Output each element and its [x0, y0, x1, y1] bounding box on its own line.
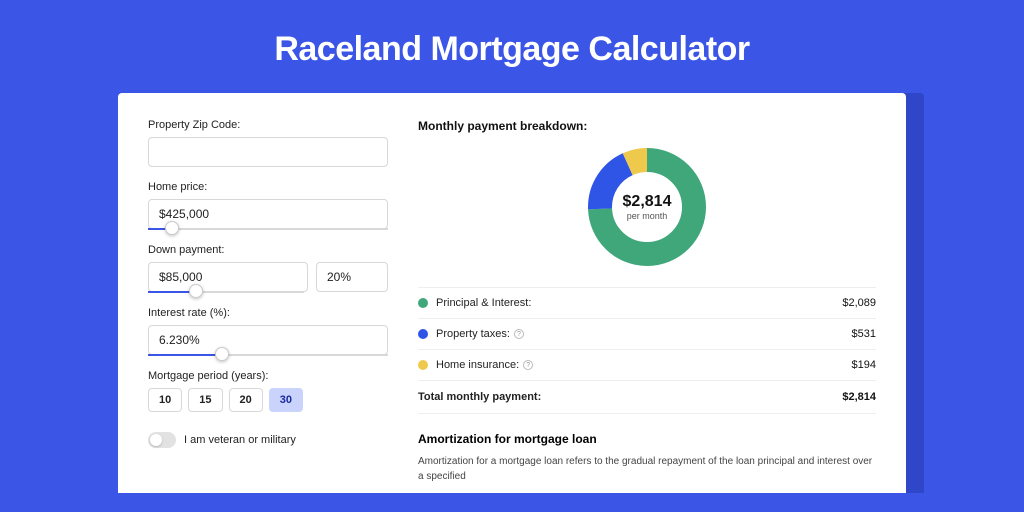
veteran-toggle[interactable] — [148, 432, 176, 448]
home-price-input[interactable] — [148, 199, 388, 229]
interest-slider-thumb[interactable] — [215, 347, 229, 361]
breakdown-label: Principal & Interest: — [436, 297, 842, 309]
legend-dot — [418, 360, 428, 370]
period-options: 1015 2030 — [148, 388, 388, 412]
breakdown-value: $2,089 — [842, 297, 876, 309]
donut-sub: per month — [627, 211, 668, 221]
down-payment-label: Down payment: — [148, 244, 388, 256]
breakdown-value: $531 — [852, 328, 876, 340]
veteran-toggle-knob — [150, 434, 162, 446]
period-label: Mortgage period (years): — [148, 370, 388, 382]
page-title: Raceland Mortgage Calculator — [0, 0, 1024, 93]
breakdown-row: Principal & Interest:$2,089 — [418, 287, 876, 318]
down-payment-field-group: Down payment: — [148, 244, 388, 293]
breakdown-title: Monthly payment breakdown: — [418, 119, 876, 133]
amortization-text: Amortization for a mortgage loan refers … — [418, 454, 876, 484]
breakdown-row: Property taxes:?$531 — [418, 318, 876, 349]
calculator-card: Property Zip Code: Home price: Down paym… — [118, 93, 906, 493]
period-option-30[interactable]: 30 — [269, 388, 303, 412]
breakdown-list: Principal & Interest:$2,089Property taxe… — [418, 287, 876, 380]
down-payment-slider[interactable] — [148, 291, 304, 293]
down-payment-percent-input[interactable] — [316, 262, 388, 292]
period-option-15[interactable]: 15 — [188, 388, 222, 412]
interest-slider[interactable] — [148, 354, 388, 356]
breakdown-label: Property taxes:? — [436, 328, 852, 340]
info-icon[interactable]: ? — [523, 360, 533, 370]
period-option-20[interactable]: 20 — [229, 388, 263, 412]
period-field-group: Mortgage period (years): 1015 2030 — [148, 370, 388, 412]
amortization-title: Amortization for mortgage loan — [418, 432, 876, 446]
total-label: Total monthly payment: — [418, 391, 842, 403]
legend-dot — [418, 298, 428, 308]
breakdown-total-row: Total monthly payment: $2,814 — [418, 380, 876, 414]
donut-amount: $2,814 — [623, 193, 672, 211]
veteran-row: I am veteran or military — [148, 432, 388, 448]
zip-field-group: Property Zip Code: — [148, 119, 388, 167]
veteran-label: I am veteran or military — [184, 434, 296, 446]
breakdown-row: Home insurance:?$194 — [418, 349, 876, 380]
total-value: $2,814 — [842, 391, 876, 403]
donut-chart: $2,814 per month — [587, 147, 707, 267]
interest-label: Interest rate (%): — [148, 307, 388, 319]
zip-label: Property Zip Code: — [148, 119, 388, 131]
home-price-field-group: Home price: — [148, 181, 388, 230]
donut-chart-wrap: $2,814 per month — [418, 147, 876, 267]
interest-field-group: Interest rate (%): — [148, 307, 388, 356]
down-payment-slider-thumb[interactable] — [189, 284, 203, 298]
down-payment-input[interactable] — [148, 262, 308, 292]
home-price-slider[interactable] — [148, 228, 388, 230]
period-option-10[interactable]: 10 — [148, 388, 182, 412]
home-price-label: Home price: — [148, 181, 388, 193]
breakdown-label: Home insurance:? — [436, 359, 852, 371]
zip-input[interactable] — [148, 137, 388, 167]
info-icon[interactable]: ? — [514, 329, 524, 339]
interest-input[interactable] — [148, 325, 388, 355]
breakdown-value: $194 — [852, 359, 876, 371]
results-column: Monthly payment breakdown: $2,814 per mo… — [418, 119, 876, 493]
inputs-column: Property Zip Code: Home price: Down paym… — [148, 119, 388, 493]
home-price-slider-thumb[interactable] — [165, 221, 179, 235]
legend-dot — [418, 329, 428, 339]
